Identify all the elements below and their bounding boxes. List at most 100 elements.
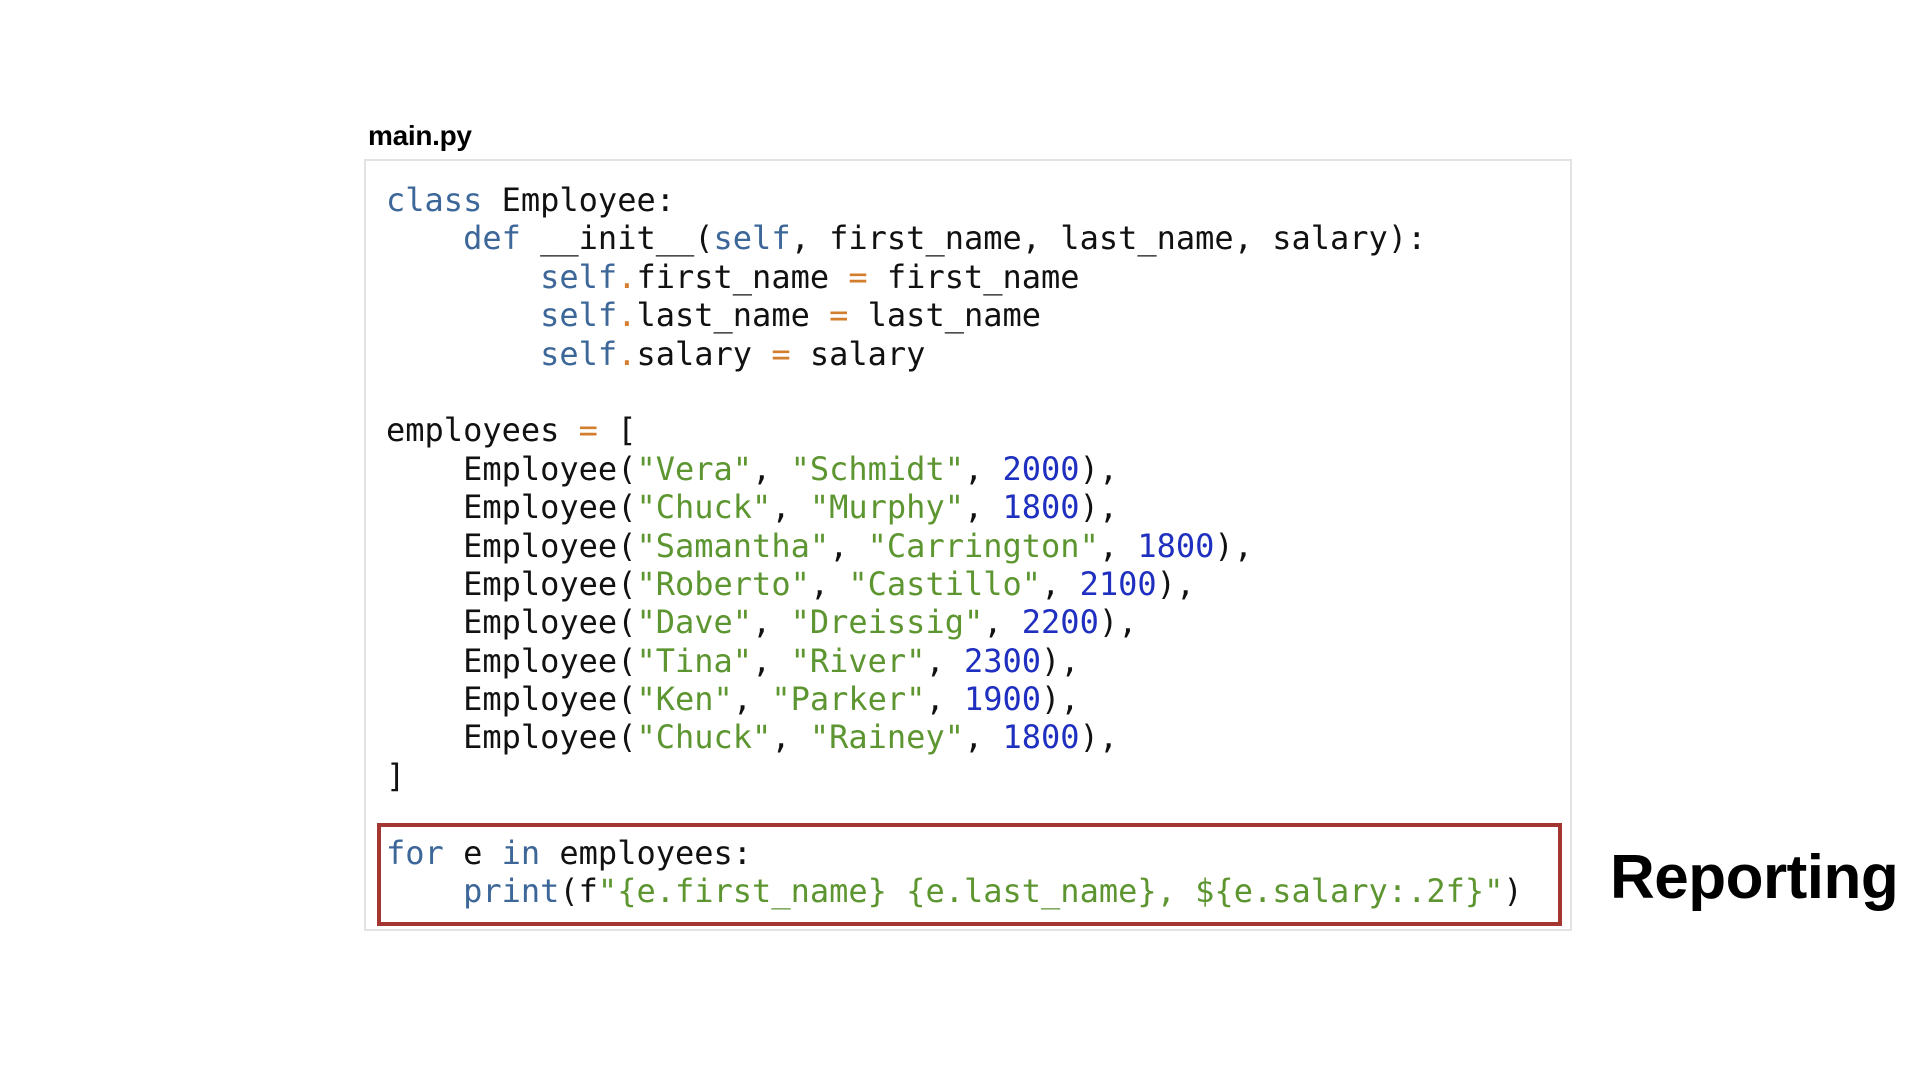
code-text: [ [597, 411, 637, 450]
number-token: 2100 [1079, 564, 1157, 603]
code-text: ), [1079, 449, 1119, 488]
code-text: ), [1041, 680, 1080, 719]
code-block: class Employee: def __init__(self, first… [386, 181, 1523, 910]
code-text: , [752, 603, 791, 642]
code-text: , [925, 680, 964, 719]
code-text: , [1098, 526, 1138, 565]
string-token: "Vera" [636, 449, 753, 488]
code-text: Employee( [386, 488, 637, 527]
keyword-token: self [540, 334, 618, 373]
code-text: , [829, 526, 868, 565]
string-token: "Castillo" [848, 564, 1042, 603]
keyword-token: self [540, 257, 618, 296]
string-token: "Roberto" [636, 564, 810, 603]
code-text: last_name [848, 296, 1042, 335]
code-line: Employee("Ken", "Parker", 1900), [386, 680, 1523, 718]
code-text: , [983, 603, 1022, 642]
code-text: , [732, 680, 772, 719]
code-text: employees [386, 411, 579, 450]
string-token: "Samantha" [636, 526, 830, 565]
code-text: Employee( [386, 718, 637, 757]
code-line: Employee("Dave", "Dreissig", 2200), [386, 603, 1523, 641]
string-token: "Schmidt" [790, 449, 964, 488]
code-line: Employee("Chuck", "Rainey", 1800), [386, 718, 1523, 756]
code-text: ), [1079, 718, 1119, 757]
code-text: , [771, 718, 810, 757]
keyword-token: self [540, 296, 618, 335]
string-token: "Carrington" [867, 526, 1099, 565]
string-token: "Dave" [636, 603, 753, 642]
code-line: class Employee: [386, 181, 1523, 219]
code-text: Employee( [386, 564, 637, 603]
code-text: Employee( [386, 449, 637, 488]
code-line: self.first_name = first_name [386, 258, 1523, 296]
code-text: ), [1214, 526, 1253, 565]
number-token: 1800 [1002, 718, 1080, 757]
code-text: , [963, 488, 1003, 527]
operator-token: = [771, 334, 791, 373]
code-text: , [1041, 564, 1080, 603]
code-line: Employee("Vera", "Schmidt", 2000), [386, 450, 1523, 488]
code-text: ), [1156, 564, 1196, 603]
reporting-highlight-box [377, 823, 1562, 926]
string-token: "Rainey" [809, 718, 964, 757]
string-token: "River" [790, 641, 926, 680]
code-text: , [809, 564, 849, 603]
code-line: Employee("Tina", "River", 2300), [386, 642, 1523, 680]
code-text: __init__( [520, 219, 714, 258]
code-text: Employee( [386, 641, 637, 680]
code-text: ), [1079, 488, 1119, 527]
string-token: "Ken" [636, 680, 733, 719]
code-text: , [752, 641, 791, 680]
code-text: , [963, 449, 1003, 488]
code-line: employees = [ [386, 411, 1523, 449]
code-line: self.salary = salary [386, 335, 1523, 373]
code-text: , first_name, last_name, salary): [790, 219, 1427, 258]
code-text: , [925, 641, 964, 680]
number-token: 1800 [1002, 488, 1080, 527]
code-text: Employee( [386, 603, 637, 642]
operator-token: . [617, 257, 637, 296]
keyword-token: class [386, 181, 483, 219]
reporting-label: Reporting [1610, 843, 1899, 912]
code-text: Employee( [386, 680, 637, 719]
number-token: 2300 [963, 641, 1042, 680]
number-token: 2000 [1002, 449, 1080, 488]
number-token: 2200 [1021, 603, 1099, 642]
code-text: first_name [867, 257, 1080, 296]
code-text: , [752, 449, 791, 488]
code-text: last_name [636, 296, 830, 335]
operator-token: = [848, 257, 868, 296]
code-text: , [963, 718, 1003, 757]
code-text: ] [386, 756, 406, 795]
keyword-token: self [713, 219, 791, 258]
code-line: def __init__(self, first_name, last_name… [386, 219, 1523, 257]
string-token: "Tina" [636, 641, 753, 680]
code-text: , [771, 488, 810, 527]
code-text: salary [790, 334, 926, 373]
operator-token: = [829, 296, 849, 335]
string-token: "Parker" [771, 680, 926, 719]
file-name: main.py [368, 120, 472, 151]
code-text: Employee: [482, 181, 675, 219]
code-line: Employee("Roberto", "Castillo", 2100), [386, 565, 1523, 603]
code-text: salary [636, 334, 772, 373]
number-token: 1800 [1137, 526, 1215, 565]
code-line: ] [386, 757, 1523, 795]
string-token: "Chuck" [636, 488, 772, 527]
string-token: "Chuck" [636, 718, 772, 757]
string-token: "Dreissig" [790, 603, 984, 642]
code-line: Employee("Samantha", "Carrington", 1800)… [386, 527, 1523, 565]
code-text: Employee( [386, 526, 637, 565]
operator-token: . [617, 334, 637, 373]
code-text: ), [1098, 603, 1138, 642]
string-token: "Murphy" [809, 488, 964, 527]
code-line: self.last_name = last_name [386, 296, 1523, 334]
keyword-token: def [463, 219, 521, 258]
number-token: 1900 [963, 680, 1042, 719]
